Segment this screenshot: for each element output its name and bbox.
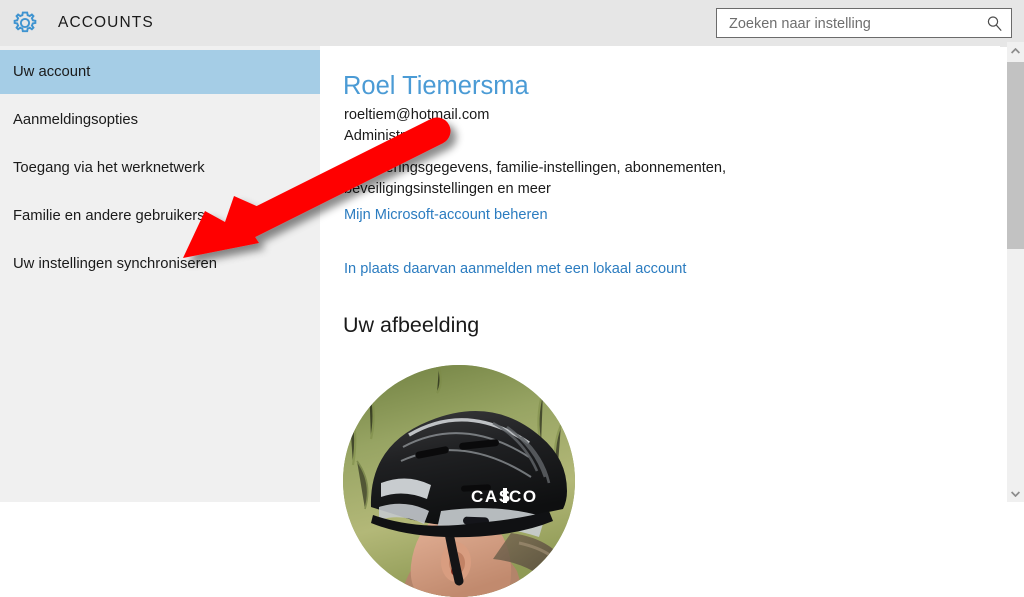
picture-section-title: Uw afbeelding bbox=[343, 313, 480, 337]
sidebar-item-label: Toegang via het werknetwerk bbox=[13, 160, 205, 176]
sidebar-item-label: Uw instellingen synchroniseren bbox=[13, 256, 217, 272]
window-header: ACCOUNTS bbox=[0, 0, 1024, 47]
search-icon[interactable] bbox=[986, 15, 1003, 32]
sign-in-local-account-link[interactable]: In plaats daarvan aanmelden met een loka… bbox=[344, 261, 686, 277]
account-name: Roel Tiemersma bbox=[343, 72, 529, 100]
chevron-down-icon[interactable] bbox=[1007, 485, 1024, 502]
sidebar-item-aanmeldingsopties[interactable]: Aanmeldingsopties bbox=[0, 98, 320, 142]
sidebar-item-uw-account[interactable]: Uw account bbox=[0, 50, 320, 94]
sidebar-navigation: Uw account Aanmeldingsopties Toegang via… bbox=[0, 46, 320, 502]
search-box[interactable] bbox=[716, 8, 1012, 39]
sidebar-item-instellingen-synchroniseren[interactable]: Uw instellingen synchroniseren bbox=[0, 242, 320, 286]
page-title: ACCOUNTS bbox=[58, 14, 154, 31]
main-content: Roel Tiemersma roeltiem@hotmail.com Admi… bbox=[320, 46, 1000, 597]
settings-window: ACCOUNTS Uw account Aanmeldingsopties To… bbox=[0, 0, 1024, 597]
search-input[interactable] bbox=[727, 9, 981, 39]
account-role: Administrator bbox=[344, 128, 430, 144]
scrollbar-thumb[interactable] bbox=[1007, 62, 1024, 249]
sidebar-item-label: Aanmeldingsopties bbox=[13, 112, 139, 128]
sidebar-item-familie-gebruikers[interactable]: Familie en andere gebruikers bbox=[0, 194, 320, 238]
gear-icon bbox=[12, 10, 38, 36]
sidebar-item-label: Familie en andere gebruikers bbox=[13, 208, 205, 224]
avatar[interactable]: CAS CO bbox=[343, 365, 575, 597]
sidebar-item-toegang-werknetwerk[interactable]: Toegang via het werknetwerk bbox=[0, 146, 320, 190]
vertical-scrollbar[interactable] bbox=[1007, 42, 1024, 502]
svg-text:CO: CO bbox=[509, 487, 538, 506]
account-description: Factureringsgegevens, familie-instelling… bbox=[344, 160, 727, 197]
manage-microsoft-account-link[interactable]: Mijn Microsoft-account beheren bbox=[344, 207, 548, 223]
account-email: roeltiem@hotmail.com bbox=[344, 107, 490, 123]
chevron-up-icon[interactable] bbox=[1007, 42, 1024, 59]
sidebar-item-label: Uw account bbox=[13, 64, 91, 80]
